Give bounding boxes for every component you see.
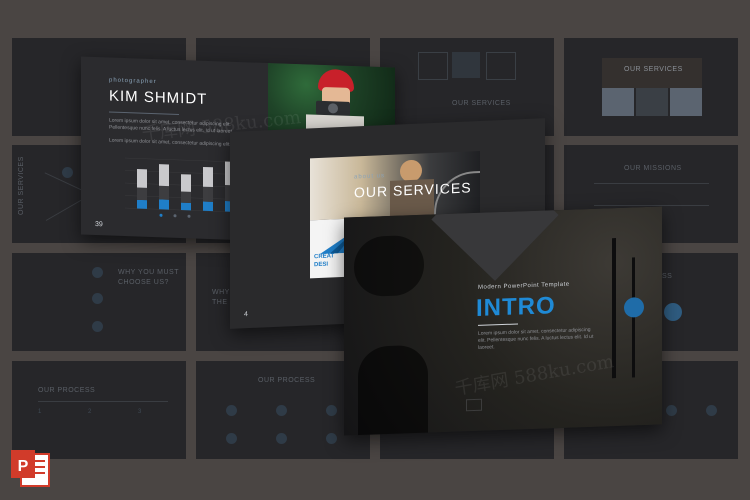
gridline [125,157,241,163]
icon-circle [226,405,237,416]
slide-intro[interactable]: Modern PowerPoint Template INTRO Lorem i… [344,206,662,436]
bar-segment [181,191,191,203]
icon-circle [92,267,103,278]
grid-title: WHY [212,289,230,296]
service-box [636,88,668,116]
bar-segment [203,166,213,188]
legend-dot [173,214,177,218]
divider [38,401,168,402]
bar-segment [137,199,147,209]
icon-circle [326,433,337,444]
logo-text: DESI [314,261,329,269]
intro-title: INTRO [476,292,556,322]
profile-name: KIM SHMIDT [109,87,208,108]
grid-slide-4[interactable]: OUR SERVICES [564,38,738,136]
service-box [418,52,448,80]
bar-segment [159,199,169,210]
powerpoint-icon: P [11,448,53,492]
intro-body: Lorem ipsum dolor sit amet, consectetur … [478,326,594,351]
bar-segment [181,174,191,192]
legend-dot [159,213,163,217]
bar-segment [203,201,213,212]
divider [594,183,709,184]
service-box [670,88,702,116]
grid-title: OUR MISSIONS [624,165,682,172]
bar-chart [125,157,241,218]
grid-title: OUR SERVICES [452,100,511,107]
grid-title: WHY YOU MUST [118,269,179,276]
camera-icon [316,100,350,116]
bar-segment [159,185,169,200]
page-number: 4 [244,311,248,319]
hand-silhouette [354,234,424,298]
map-marker-icon [62,167,73,178]
svg-text:P: P [18,458,29,475]
profile-subtitle: photographer [109,77,157,86]
icon-circle [92,321,103,332]
icon-circle [326,405,337,416]
photo-strip [602,58,702,88]
grid-slide-13[interactable]: OUR PROCESS 1 2 3 [12,361,186,459]
legend-dot [187,214,191,218]
service-box [602,88,634,116]
icon-circle [92,293,103,304]
grid-icon [466,398,482,412]
bar-segment [137,187,147,201]
icon-circle [706,405,717,416]
icon-circle [666,405,677,416]
icon-circle [664,303,682,321]
service-box [452,52,480,78]
icon-circle [226,433,237,444]
service-box [486,52,516,80]
grid-title: SS [662,273,673,280]
logo-text: CREAT [314,253,335,261]
grid-title: OUR SERVICES [18,156,25,215]
person-silhouette [358,344,428,436]
grid-title: OUR PROCESS [258,377,316,384]
grid-slide-9[interactable]: WHY YOU MUST CHOOSE US? [12,253,186,351]
grid-title: OUR SERVICES [624,66,683,73]
grid-title: OUR PROCESS [38,387,96,394]
icon-circle [276,405,287,416]
bar-segment [203,186,213,202]
bar-segment [159,164,169,187]
grid-title: THE [212,299,228,306]
divider [109,111,179,115]
page-number: 39 [95,221,103,229]
bar-segment [181,202,191,211]
bar-segment [137,168,147,188]
grid-title: CHOOSE US? [118,279,169,286]
icon-circle [276,433,287,444]
